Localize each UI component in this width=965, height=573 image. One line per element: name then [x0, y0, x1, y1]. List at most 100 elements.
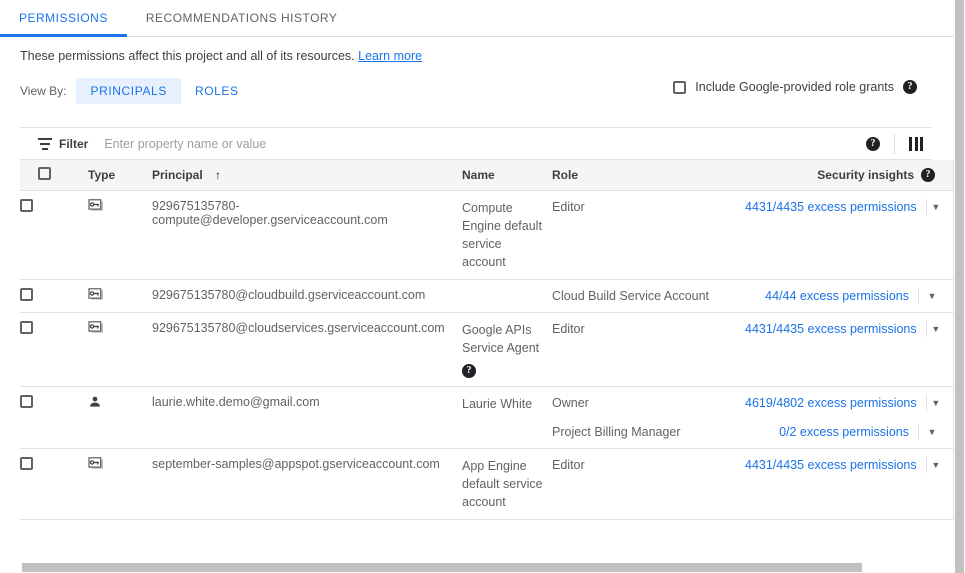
columns-icon[interactable] — [909, 137, 923, 151]
row-name-cell: Laurie White — [462, 387, 552, 449]
view-by-roles[interactable]: ROLES — [181, 78, 253, 104]
excess-permissions-link[interactable]: 4431/4435 excess permissions — [745, 458, 917, 472]
table-header-row: Type Principal ↑ Name Role Security insi… — [20, 160, 965, 191]
row-select-cell — [20, 280, 88, 313]
tab-permissions[interactable]: PERMISSIONS — [0, 0, 127, 36]
info-banner: These permissions affect this project an… — [0, 37, 965, 63]
role-label: Owner — [552, 395, 737, 411]
row-select-cell — [20, 387, 88, 449]
row-checkbox[interactable] — [20, 199, 33, 212]
chevron-down-icon[interactable]: ▼ — [926, 199, 945, 215]
divider — [894, 134, 895, 154]
header-role-label: Role — [552, 168, 578, 182]
row-role-cell: Cloud Build Service Account — [552, 280, 745, 313]
filter-help-icon[interactable]: ? — [866, 137, 880, 151]
excess-permissions-link[interactable]: 4431/4435 excess permissions — [745, 322, 917, 336]
header-select-all — [20, 160, 88, 191]
row-select-cell — [20, 191, 88, 280]
row-role-cell: Owner Project Billing Manager — [552, 387, 745, 449]
row-role-cell: Editor — [552, 313, 745, 387]
row-checkbox[interactable] — [20, 457, 33, 470]
row-checkbox[interactable] — [20, 321, 33, 334]
header-security-insights-label: Security insights — [817, 168, 914, 182]
row-select-cell — [20, 313, 88, 387]
chevron-down-icon[interactable]: ▼ — [926, 321, 945, 337]
excess-permissions-link[interactable]: 4431/4435 excess permissions — [745, 200, 917, 214]
tab-permissions-label: PERMISSIONS — [19, 11, 108, 25]
horizontal-scrollbar-thumb[interactable] — [22, 563, 862, 572]
chevron-down-icon[interactable]: ▼ — [926, 395, 945, 411]
row-principal-cell: september-samples@appspot.gserviceaccoun… — [152, 449, 462, 520]
table-row[interactable]: 929675135780@cloudservices.gserviceaccou… — [20, 313, 965, 387]
table-row[interactable]: laurie.white.demo@gmail.com Laurie White… — [20, 387, 965, 449]
select-all-checkbox[interactable] — [38, 167, 51, 180]
excess-permissions-link[interactable]: 44/44 excess permissions — [765, 289, 909, 303]
row-principal-cell: 929675135780-compute@developer.gservicea… — [152, 191, 462, 280]
service-account-icon — [88, 288, 104, 302]
row-type-cell — [88, 449, 152, 520]
row-principal-cell: 929675135780@cloudservices.gserviceaccou… — [152, 313, 462, 387]
role-label: Cloud Build Service Account — [552, 288, 737, 304]
table-body: 929675135780-compute@developer.gservicea… — [20, 191, 965, 520]
header-principal[interactable]: Principal ↑ — [152, 160, 462, 191]
table-row[interactable]: 929675135780@cloudbuild.gserviceaccount.… — [20, 280, 965, 313]
row-insights-cell: 4431/4435 excess permissions ▼ — [745, 191, 954, 280]
learn-more-link[interactable]: Learn more — [358, 49, 422, 63]
include-google-provided-group: Include Google-provided role grants ? — [673, 80, 917, 94]
header-type[interactable]: Type — [88, 160, 152, 191]
permissions-panel: Filter ? Type Principal ↑ Nam — [20, 127, 931, 520]
filter-bar: Filter ? — [20, 128, 931, 160]
excess-permissions-link[interactable]: 0/2 excess permissions — [779, 425, 909, 439]
filter-label: Filter — [59, 137, 88, 151]
view-by-row: View By: PRINCIPALS ROLES Include Google… — [0, 77, 965, 105]
info-text: These permissions affect this project an… — [20, 49, 355, 63]
view-by-principals[interactable]: PRINCIPALS — [76, 78, 180, 104]
row-checkbox[interactable] — [20, 288, 33, 301]
row-role-cell: Editor — [552, 449, 745, 520]
role-label: Editor — [552, 321, 737, 337]
row-insights-cell: 4619/4802 excess permissions ▼ 0/2 exces… — [745, 387, 954, 449]
include-google-provided-checkbox[interactable] — [673, 81, 686, 94]
row-type-cell — [88, 280, 152, 313]
excess-permissions-link[interactable]: 4619/4802 excess permissions — [745, 396, 917, 410]
table-row[interactable]: september-samples@appspot.gserviceaccoun… — [20, 449, 965, 520]
person-icon — [88, 395, 102, 409]
row-name-cell: Compute Engine default service account — [462, 191, 552, 280]
header-security-insights[interactable]: Security insights ? — [745, 160, 954, 191]
tab-recommendations-history-label: RECOMMENDATIONS HISTORY — [146, 11, 338, 25]
header-type-label: Type — [88, 168, 115, 182]
filter-input[interactable] — [102, 136, 526, 152]
vertical-scrollbar-thumb[interactable] — [955, 0, 964, 573]
sort-ascending-icon[interactable]: ↑ — [215, 168, 221, 182]
chevron-down-icon[interactable]: ▼ — [926, 457, 945, 473]
chevron-down-icon[interactable]: ▼ — [918, 424, 945, 440]
chevron-down-icon[interactable]: ▼ — [918, 288, 945, 304]
row-name-cell — [462, 280, 552, 313]
tab-recommendations-history[interactable]: RECOMMENDATIONS HISTORY — [127, 0, 357, 36]
name-help-icon[interactable]: ? — [462, 364, 476, 378]
row-checkbox[interactable] — [20, 395, 33, 408]
row-insights-cell: 4431/4435 excess permissions ▼ — [745, 449, 954, 520]
row-role-cell: Editor — [552, 191, 745, 280]
header-name-label: Name — [462, 168, 495, 182]
include-google-provided-label: Include Google-provided role grants — [695, 80, 894, 94]
header-name[interactable]: Name — [462, 160, 552, 191]
tab-bar: PERMISSIONS RECOMMENDATIONS HISTORY — [0, 0, 965, 37]
help-icon[interactable]: ? — [903, 80, 917, 94]
role-label: Project Billing Manager — [552, 424, 737, 440]
header-role[interactable]: Role — [552, 160, 745, 191]
row-name-label: Google APIs Service Agent — [462, 323, 539, 355]
security-insights-help-icon[interactable]: ? — [921, 168, 935, 182]
service-account-icon — [88, 199, 104, 213]
role-label: Editor — [552, 199, 737, 215]
row-principal-cell: 929675135780@cloudbuild.gserviceaccount.… — [152, 280, 462, 313]
permissions-table: Type Principal ↑ Name Role Security insi… — [20, 160, 965, 520]
row-type-cell — [88, 191, 152, 280]
row-name-cell: App Engine default service account — [462, 449, 552, 520]
row-insights-cell: 44/44 excess permissions ▼ — [745, 280, 954, 313]
filter-bar-actions: ? — [866, 128, 923, 159]
role-label: Editor — [552, 457, 737, 473]
service-account-icon — [88, 457, 104, 471]
table-row[interactable]: 929675135780-compute@developer.gservicea… — [20, 191, 965, 280]
row-principal-cell: laurie.white.demo@gmail.com — [152, 387, 462, 449]
